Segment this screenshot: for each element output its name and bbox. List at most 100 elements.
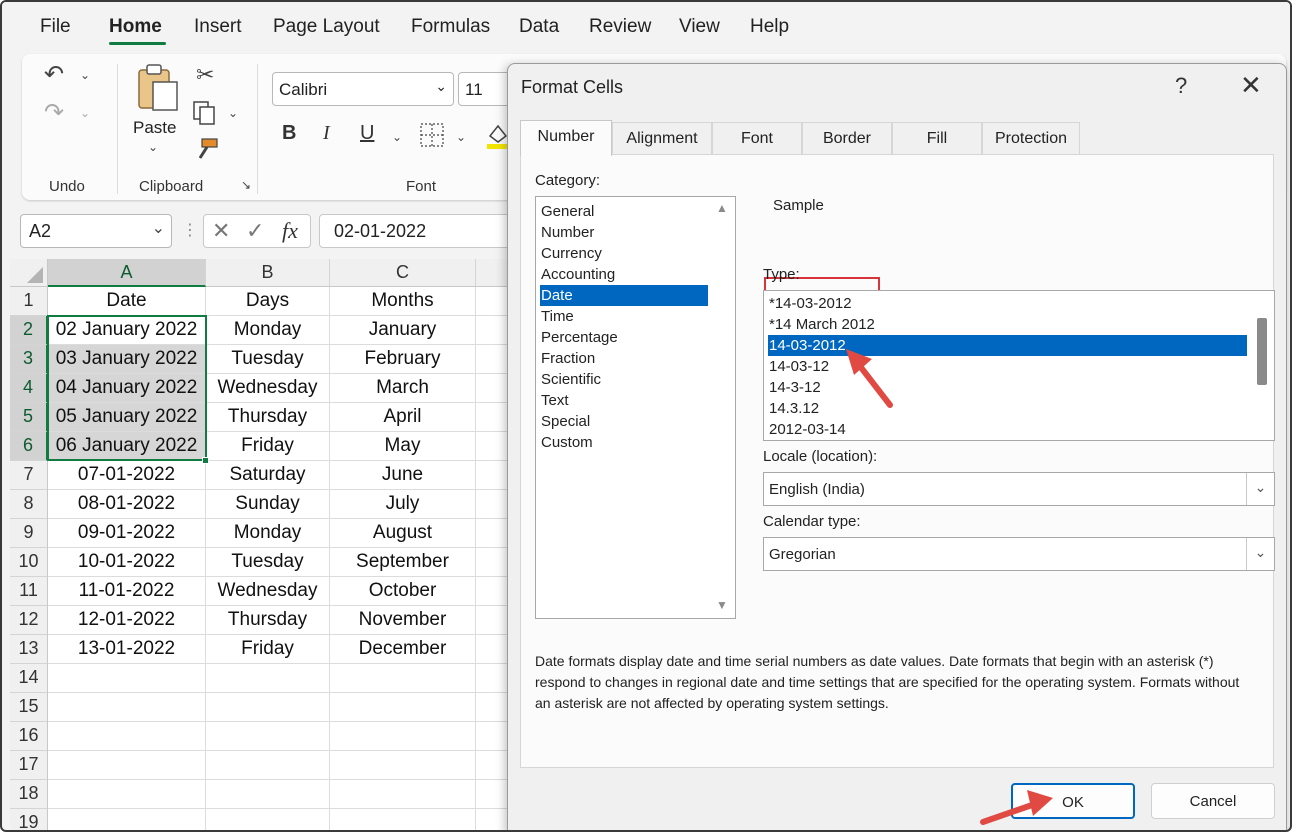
tab-fill[interactable]: Fill <box>892 122 982 154</box>
cell-b[interactable]: Friday <box>206 635 330 664</box>
cancel-button[interactable]: Cancel <box>1151 783 1275 819</box>
insert-function-icon[interactable]: fx <box>282 218 298 244</box>
category-item[interactable]: Currency <box>540 243 708 264</box>
cell-c[interactable]: February <box>330 345 476 374</box>
cell-b[interactable]: Sunday <box>206 490 330 519</box>
category-item[interactable]: Time <box>540 306 708 327</box>
row-header[interactable]: 11 <box>10 577 48 606</box>
cell-b[interactable]: Tuesday <box>206 345 330 374</box>
cell-c[interactable]: March <box>330 374 476 403</box>
cell-c[interactable] <box>330 693 476 722</box>
cell-c[interactable] <box>330 751 476 780</box>
menu-home[interactable]: Home <box>109 16 162 38</box>
tab-font[interactable]: Font <box>712 122 802 154</box>
redo-icon[interactable]: ↷ <box>44 98 64 127</box>
cell-a[interactable] <box>48 780 206 809</box>
cell-c[interactable] <box>330 780 476 809</box>
row-header[interactable]: 10 <box>10 548 48 577</box>
row-header[interactable]: 8 <box>10 490 48 519</box>
cell-a[interactable]: 06 January 2022 <box>48 432 206 461</box>
cell-a[interactable] <box>48 751 206 780</box>
cell-b[interactable]: Wednesday <box>206 374 330 403</box>
cell-b[interactable]: Tuesday <box>206 548 330 577</box>
cell-c[interactable]: August <box>330 519 476 548</box>
row-header[interactable]: 5 <box>10 403 48 432</box>
cell-a[interactable]: 13-01-2022 <box>48 635 206 664</box>
cell-b[interactable] <box>206 780 330 809</box>
type-item[interactable]: 14-03-12 <box>768 356 1247 377</box>
undo-dropdown-icon[interactable]: ⌄ <box>80 68 90 82</box>
menu-review[interactable]: Review <box>589 16 651 38</box>
tab-border[interactable]: Border <box>802 122 892 154</box>
row-header[interactable]: 3 <box>10 345 48 374</box>
cell-c[interactable]: June <box>330 461 476 490</box>
cell-a[interactable]: 04 January 2022 <box>48 374 206 403</box>
type-item[interactable]: *14-03-2012 <box>768 293 1247 314</box>
category-item[interactable]: Accounting <box>540 264 708 285</box>
row-header[interactable]: 9 <box>10 519 48 548</box>
cell-a[interactable] <box>48 693 206 722</box>
cell-b[interactable] <box>206 751 330 780</box>
copy-icon[interactable] <box>192 100 218 126</box>
type-scroll-thumb[interactable] <box>1257 318 1267 385</box>
scroll-down-icon[interactable]: ▼ <box>716 598 728 612</box>
cell-a[interactable] <box>48 809 206 830</box>
row-header[interactable]: 6 <box>10 432 48 461</box>
more-options-icon[interactable]: ⋮ <box>182 220 198 240</box>
type-item[interactable]: 14-3-12 <box>768 377 1247 398</box>
cell-a[interactable]: 05 January 2022 <box>48 403 206 432</box>
name-box[interactable]: A2 ⌄ <box>20 214 172 248</box>
fill-handle[interactable] <box>202 457 209 464</box>
category-item[interactable]: Special <box>540 411 708 432</box>
cell-a[interactable]: 12-01-2022 <box>48 606 206 635</box>
category-item[interactable]: Number <box>540 222 708 243</box>
cell-a[interactable]: 11-01-2022 <box>48 577 206 606</box>
calendar-select[interactable]: Gregorian ⌄ <box>763 537 1275 571</box>
column-header-b[interactable]: B <box>206 259 330 287</box>
cell-b[interactable]: Thursday <box>206 403 330 432</box>
cell-b[interactable]: Days <box>206 287 330 316</box>
menu-page-layout[interactable]: Page Layout <box>273 16 380 38</box>
cell-b[interactable]: Friday <box>206 432 330 461</box>
tab-protection[interactable]: Protection <box>982 122 1080 154</box>
cell-c[interactable]: July <box>330 490 476 519</box>
chevron-down-icon[interactable]: ⌄ <box>1246 538 1274 570</box>
type-item[interactable]: 14.3.12 <box>768 398 1247 419</box>
cell-c[interactable]: September <box>330 548 476 577</box>
row-header[interactable]: 1 <box>10 287 48 316</box>
cell-c[interactable]: November <box>330 606 476 635</box>
row-header[interactable]: 4 <box>10 374 48 403</box>
row-header[interactable]: 13 <box>10 635 48 664</box>
row-header[interactable]: 12 <box>10 606 48 635</box>
cut-icon[interactable]: ✂ <box>196 62 214 88</box>
cell-a[interactable] <box>48 722 206 751</box>
borders-dropdown-icon[interactable]: ⌄ <box>456 130 466 144</box>
confirm-formula-icon[interactable]: ✓ <box>246 218 264 244</box>
cell-c[interactable]: December <box>330 635 476 664</box>
cell-b[interactable]: Saturday <box>206 461 330 490</box>
format-painter-icon[interactable] <box>192 136 220 164</box>
menu-formulas[interactable]: Formulas <box>411 16 490 38</box>
menu-view[interactable]: View <box>679 16 720 38</box>
type-item[interactable]: *14 March 2012 <box>768 314 1247 335</box>
type-item[interactable]: 14-03-2012 <box>768 335 1247 356</box>
category-item[interactable]: Percentage <box>540 327 708 348</box>
scroll-up-icon[interactable]: ▲ <box>716 201 728 215</box>
cell-c[interactable] <box>330 664 476 693</box>
cell-b[interactable] <box>206 664 330 693</box>
row-header[interactable]: 15 <box>10 693 48 722</box>
row-header[interactable]: 2 <box>10 316 48 345</box>
menu-insert[interactable]: Insert <box>194 16 242 38</box>
font-name-combo[interactable]: Calibri ⌄ <box>272 72 454 106</box>
borders-icon[interactable] <box>419 122 445 148</box>
row-header[interactable]: 18 <box>10 780 48 809</box>
menu-file[interactable]: File <box>40 16 71 38</box>
help-button[interactable]: ? <box>1175 73 1187 99</box>
select-all-button[interactable] <box>10 259 48 287</box>
tab-alignment[interactable]: Alignment <box>612 122 712 154</box>
cell-c[interactable] <box>330 809 476 830</box>
copy-dropdown-icon[interactable]: ⌄ <box>228 106 238 120</box>
row-header[interactable]: 16 <box>10 722 48 751</box>
cell-a[interactable]: 03 January 2022 <box>48 345 206 374</box>
underline-button[interactable]: U <box>360 122 374 145</box>
